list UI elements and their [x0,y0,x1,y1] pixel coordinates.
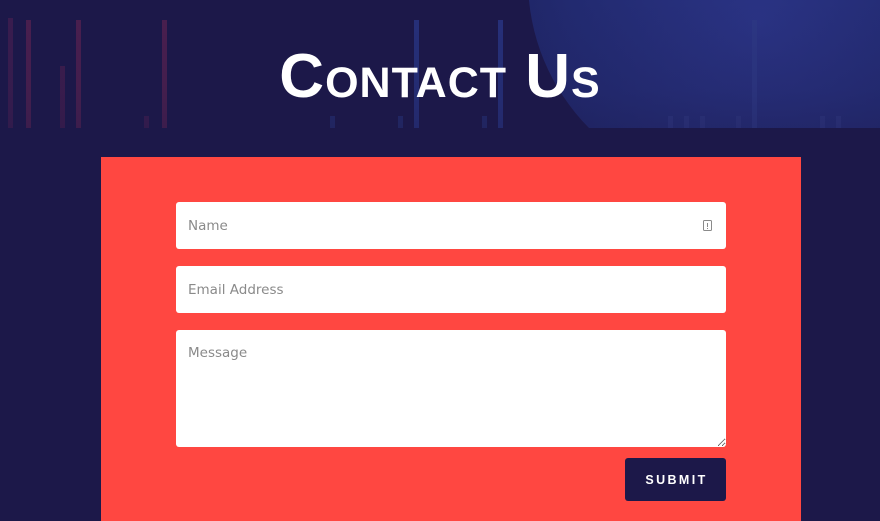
contact-card-icon[interactable] [703,220,712,231]
contact-page: Contact Us Submit [0,0,880,521]
submit-button-label: Submit [645,472,708,487]
contact-form: Submit [101,157,801,521]
submit-button[interactable]: Submit [625,458,726,501]
message-textarea[interactable] [176,330,726,447]
name-input[interactable] [176,202,726,249]
email-input[interactable] [176,266,726,313]
page-title: Contact Us [279,42,601,111]
